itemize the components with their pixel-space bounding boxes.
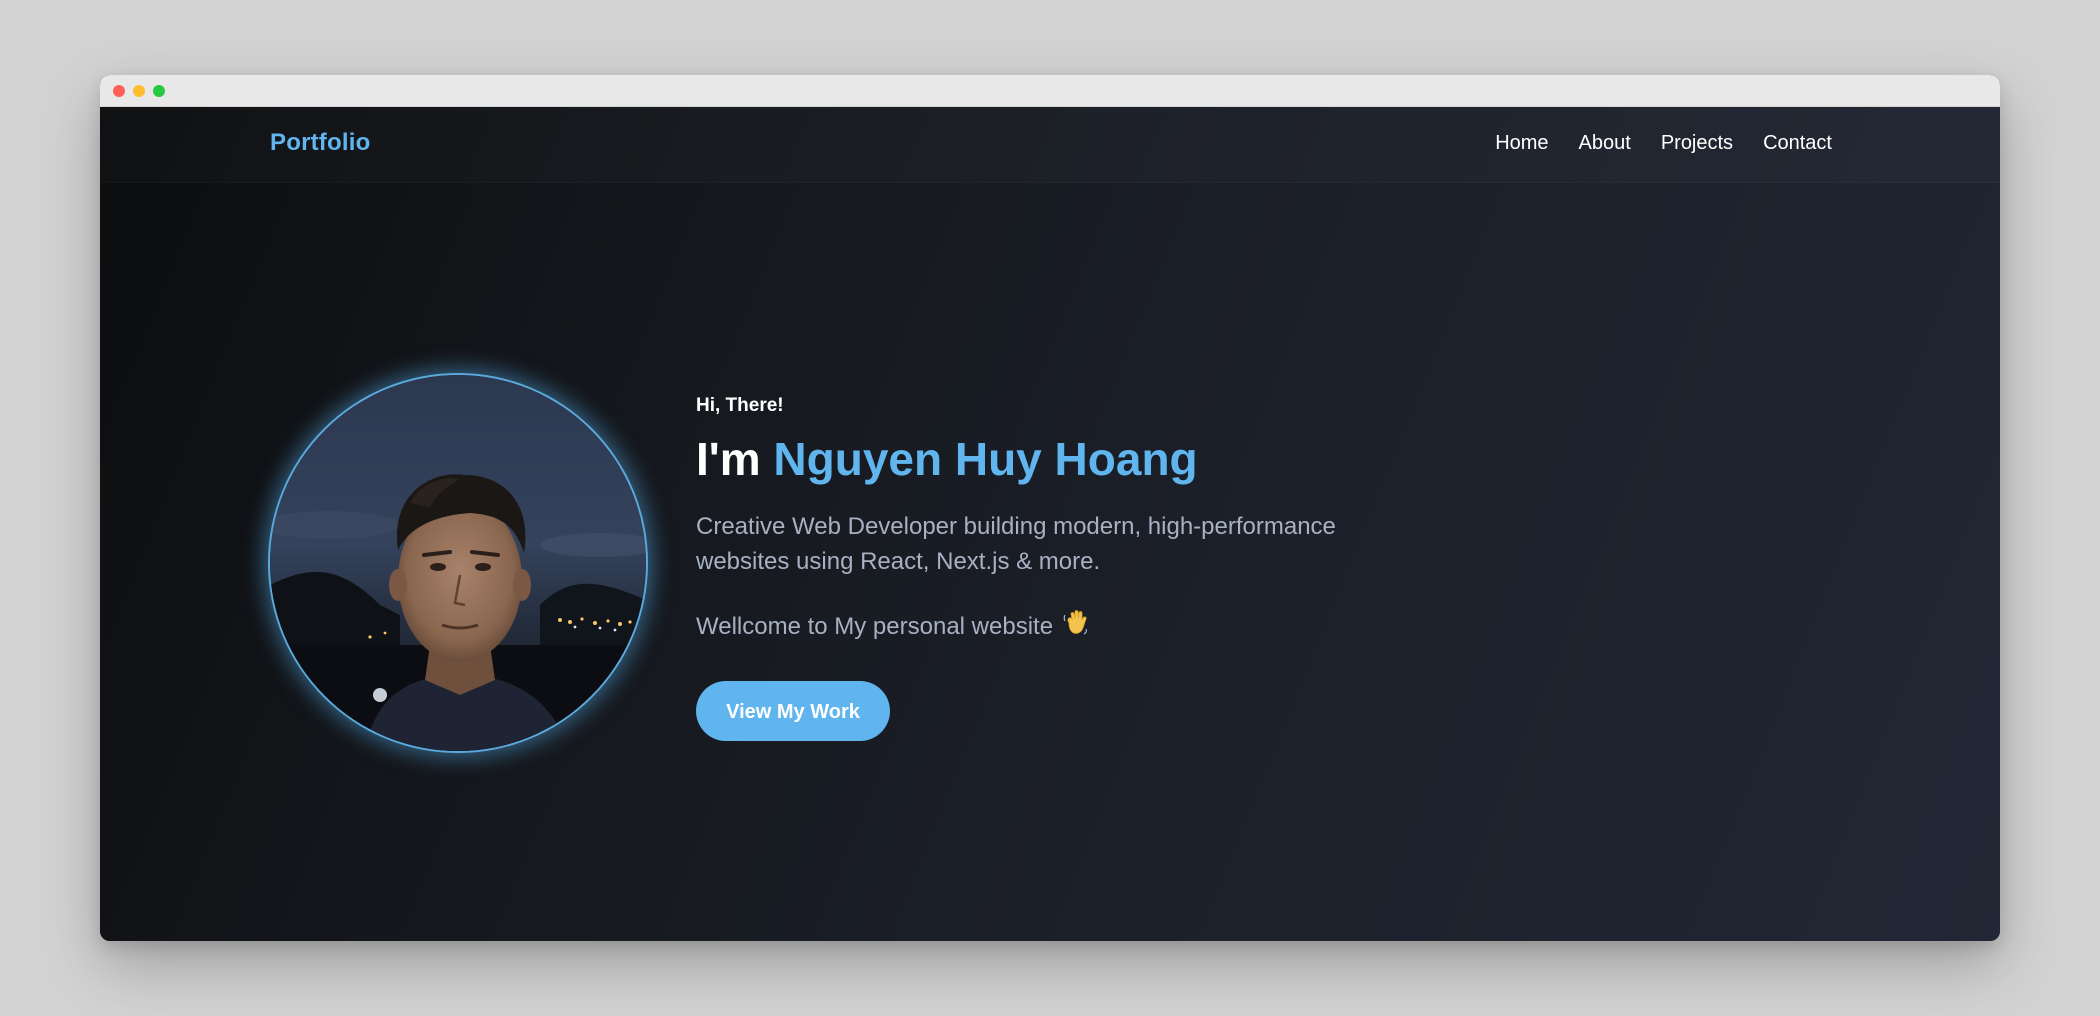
page-viewport: Portfolio Home About Projects Contact Hi…	[100, 107, 2000, 941]
hero-text: Hi, There! I'm Nguyen Huy Hoang Creative…	[696, 395, 1456, 741]
waving-hand-icon	[1063, 609, 1089, 645]
hero-tagline: Creative Web Developer building modern, …	[696, 513, 1336, 575]
nav-link-about[interactable]: About	[1579, 132, 1631, 155]
close-window-button[interactable]	[113, 85, 125, 97]
browser-window: Portfolio Home About Projects Contact Hi…	[100, 75, 2000, 941]
nav-links: Home About Projects Contact	[1495, 132, 1832, 155]
navbar: Portfolio Home About Projects Contact	[100, 107, 2000, 183]
hero-welcome: Wellcome to My personal website	[696, 609, 1456, 645]
maximize-window-button[interactable]	[153, 85, 165, 97]
hero-greeting: Hi, There!	[696, 395, 784, 416]
nav-link-projects[interactable]: Projects	[1661, 132, 1733, 155]
headline-prefix: I'm	[696, 433, 774, 485]
view-my-work-button[interactable]: View My Work	[696, 681, 890, 741]
profile-photo	[270, 375, 646, 751]
minimize-window-button[interactable]	[133, 85, 145, 97]
nav-link-home[interactable]: Home	[1495, 132, 1548, 155]
hero-headline: I'm Nguyen Huy Hoang	[696, 431, 1456, 487]
logo-link[interactable]: Portfolio	[270, 129, 370, 157]
window-titlebar	[100, 75, 2000, 107]
welcome-text: Wellcome to My personal website	[696, 613, 1054, 640]
profile-avatar	[270, 375, 646, 751]
nav-link-contact[interactable]: Contact	[1763, 132, 1832, 155]
hero-name: Nguyen Huy Hoang	[773, 433, 1198, 485]
